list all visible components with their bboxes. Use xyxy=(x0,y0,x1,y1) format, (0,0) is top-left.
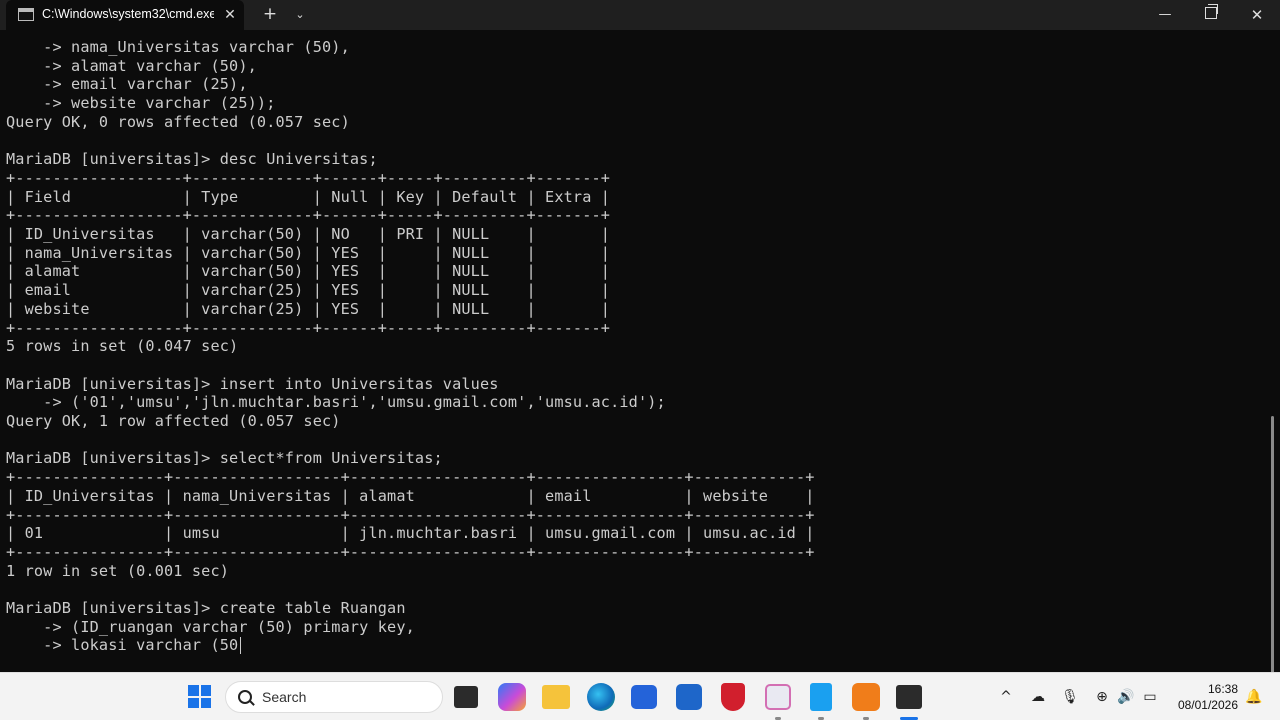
terminal-line: +------------------+-------------+------… xyxy=(6,318,611,337)
terminal-line: +------------------+-------------+------… xyxy=(6,206,611,225)
network-icon[interactable]: ⊕ xyxy=(1092,687,1112,707)
terminal-line: MariaDB [universitas]> desc Universitas; xyxy=(6,150,378,169)
terminal-line: MariaDB [universitas]> create table Ruan… xyxy=(6,599,406,617)
windows-logo-tile xyxy=(200,685,211,696)
restore-icon xyxy=(1205,4,1218,19)
maximize-button[interactable] xyxy=(1188,0,1234,30)
tab-title: C:\Windows\system32\cmd.exe xyxy=(42,7,214,21)
tab-cmd[interactable]: C:\Windows\system32\cmd.exe ✕ xyxy=(6,0,244,30)
new-tab-button[interactable]: + xyxy=(258,4,282,26)
mcafee-icon[interactable] xyxy=(721,683,745,711)
terminal-line: | email | varchar(25) | YES | | NULL | | xyxy=(6,281,611,300)
file-explorer-icon[interactable] xyxy=(542,685,570,709)
notifications-bell-icon[interactable]: 🔔 xyxy=(1245,687,1263,707)
microphone-icon[interactable]: 🎙 xyxy=(1060,687,1080,707)
title-bar: C:\Windows\system32\cmd.exe ✕ + ⌄ — ✕ xyxy=(0,0,1280,30)
search-icon xyxy=(238,690,252,704)
clock-date: 08/01/2026 xyxy=(1177,698,1238,712)
windows-logo-icon xyxy=(188,685,199,696)
terminal-line: 1 row in set (0.001 sec) xyxy=(6,561,230,580)
terminal-line: Query OK, 1 row affected (0.057 sec) xyxy=(6,412,341,430)
terminal-line: +----------------+------------------+---… xyxy=(6,542,815,561)
close-button[interactable]: ✕ xyxy=(1234,0,1280,30)
terminal-line: -> ('01','umsu','jln.muchtar.basri','ums… xyxy=(6,393,666,412)
terminal-line: -> email varchar (25), xyxy=(6,75,248,94)
terminal-line: | ID_Universitas | varchar(50) | NO | PR… xyxy=(6,225,611,243)
windows-logo-tile xyxy=(188,697,199,708)
terminal-line: MariaDB [universitas]> insert into Unive… xyxy=(6,374,499,393)
minimize-button[interactable]: — xyxy=(1142,0,1188,30)
terminal-line: MariaDB [universitas]> select*from Unive… xyxy=(6,449,443,468)
terminal-line: +----------------+------------------+---… xyxy=(6,505,815,524)
terminal-line: | alamat | varchar(50) | YES | | NULL | … xyxy=(6,262,611,281)
terminal-line: -> alamat varchar (50), xyxy=(6,56,257,75)
visual-studio-icon[interactable] xyxy=(676,684,702,710)
copilot-icon[interactable] xyxy=(498,683,526,711)
terminal-line: | nama_Universitas | varchar(50) | YES |… xyxy=(6,243,611,262)
volume-icon[interactable]: 🔊 xyxy=(1116,687,1136,707)
battery-icon[interactable]: ▭ xyxy=(1140,687,1160,707)
taskbar: Search ^ ☁ 🎙 ⊕ 🔊 ▭ 16:38 08/01/2026 🔔 xyxy=(0,672,1280,720)
start-button[interactable] xyxy=(188,685,211,708)
snipping-tool-icon[interactable] xyxy=(765,684,791,710)
clock[interactable]: 16:38 08/01/2026 xyxy=(1168,681,1238,713)
xampp-icon[interactable] xyxy=(852,683,880,711)
terminal-icon[interactable] xyxy=(896,685,922,709)
search-box[interactable]: Search xyxy=(225,681,443,713)
terminal-line: | Field | Type | Null | Key | Default | … xyxy=(6,187,611,206)
terminal-line: +------------------+-------------+------… xyxy=(6,168,611,187)
store-icon[interactable] xyxy=(631,685,657,709)
terminal-line: -> website varchar (25)); xyxy=(6,94,276,113)
search-label: Search xyxy=(262,689,307,705)
terminal-line: Query OK, 0 rows affected (0.057 sec) xyxy=(6,112,350,131)
cmd-icon xyxy=(18,8,34,21)
clock-time: 16:38 xyxy=(1207,682,1238,696)
tab-close-button[interactable]: ✕ xyxy=(220,5,240,25)
terminal-line: | ID_Universitas | nama_Universitas | al… xyxy=(6,486,815,505)
terminal-line: -> lokasi varchar (50 xyxy=(6,636,239,655)
file-manager-app-icon[interactable] xyxy=(454,686,478,708)
scrollbar[interactable] xyxy=(1271,416,1274,672)
notepad-icon[interactable] xyxy=(810,683,832,711)
terminal-line: | 01 | umsu | jln.muchtar.basri | umsu.g… xyxy=(6,524,815,543)
terminal-line: | website | varchar(25) | YES | | NULL |… xyxy=(6,299,611,318)
terminal-line: -> nama_Universitas varchar (50), xyxy=(6,38,350,56)
meet-now-icon[interactable]: ☁ xyxy=(1028,687,1048,707)
terminal-line: +----------------+------------------+---… xyxy=(6,468,815,487)
terminal-line: 5 rows in set (0.047 sec) xyxy=(6,337,239,356)
text-cursor xyxy=(240,637,241,654)
terminal-line: -> (ID_ruangan varchar (50) primary key, xyxy=(6,617,415,636)
edge-icon[interactable] xyxy=(587,683,615,711)
windows-logo-tile xyxy=(200,697,211,708)
tray-overflow-chevron-icon[interactable]: ^ xyxy=(996,687,1016,707)
tab-dropdown-button[interactable]: ⌄ xyxy=(288,4,312,26)
terminal-output[interactable]: -> nama_Universitas varchar (50), -> ala… xyxy=(0,30,1280,672)
